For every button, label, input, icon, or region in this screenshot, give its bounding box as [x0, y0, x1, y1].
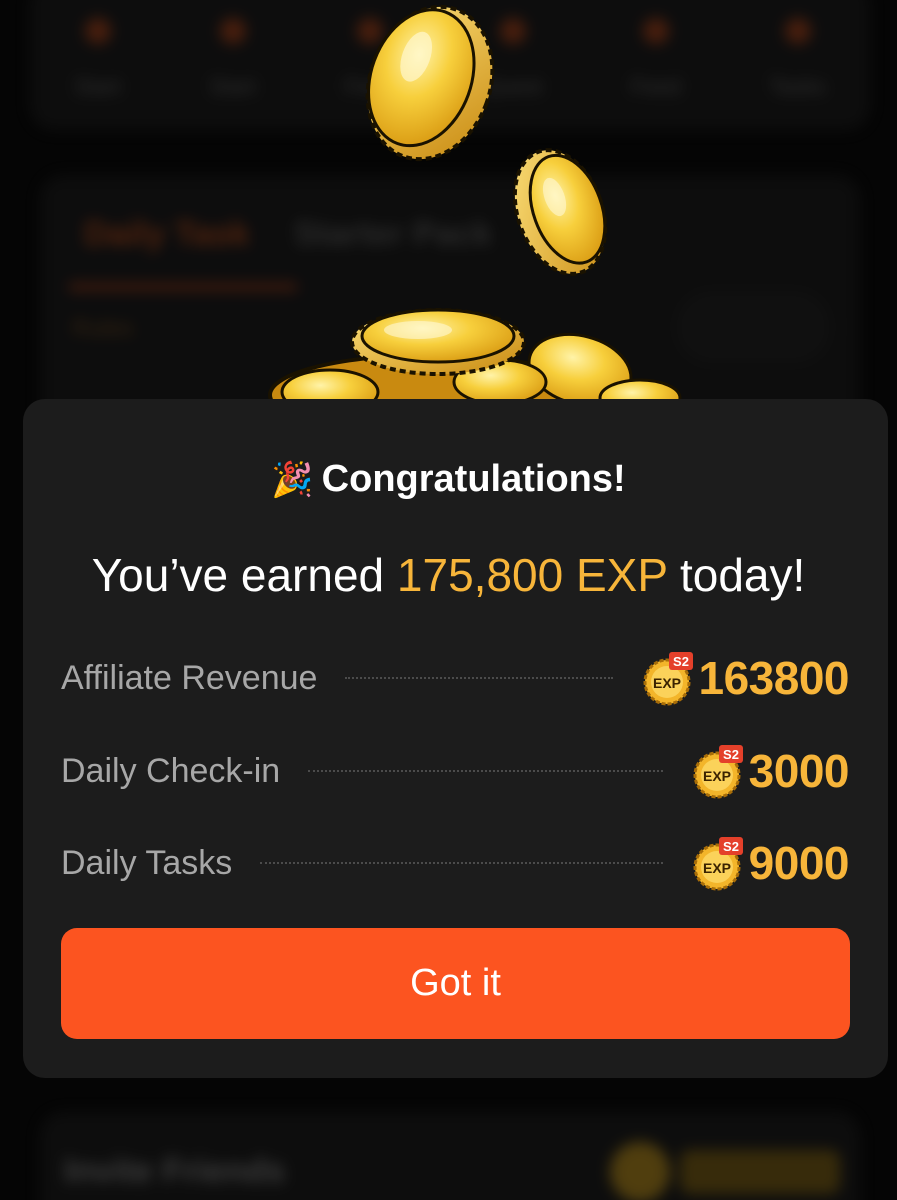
reward-amount: EXP S2 9000: [691, 835, 850, 891]
reward-label: Daily Tasks: [61, 843, 233, 882]
reward-amount: EXP S2 163800: [641, 650, 850, 706]
headline-suffix: today!: [667, 549, 806, 601]
exp-s2-badge-icon: EXP S2: [641, 650, 697, 706]
screen: Start Start Feed Quest Feed Tasks Daily …: [0, 0, 897, 1200]
modal-title: 🎉 Congratulations!: [0, 458, 897, 501]
earned-headline: You’ve earned 175,800 EXP today!: [0, 548, 897, 602]
got-it-button[interactable]: Got it: [61, 928, 850, 1039]
reward-label: Daily Check-in: [61, 751, 281, 790]
modal-title-text: Congratulations!: [321, 458, 626, 500]
party-popper-icon: 🎉: [271, 461, 314, 499]
gold-coin-icon: [365, 4, 495, 162]
reward-label: Affiliate Revenue: [61, 658, 318, 697]
headline-prefix: You’ve earned: [91, 549, 397, 601]
badge-exp-text: EXP: [703, 768, 731, 784]
reward-amount: EXP S2 3000: [691, 743, 850, 799]
badge-exp-text: EXP: [703, 860, 731, 876]
gold-coin-icon: [512, 148, 608, 276]
gold-coins-illustration: [268, 4, 682, 410]
reward-value: 9000: [748, 837, 850, 889]
coin-icon: [610, 1142, 670, 1200]
exp-s2-badge-icon: EXP S2: [691, 835, 747, 891]
reward-row-affiliate: Affiliate Revenue EXP S2 163800: [61, 648, 849, 708]
exp-s2-badge-icon: EXP S2: [691, 743, 747, 799]
reward-row-tasks: Daily Tasks EXP S2 9000: [61, 833, 850, 893]
badge-season-text: S2: [673, 654, 689, 669]
badge-season-text: S2: [723, 839, 739, 854]
background-invite-card: Invite Friends: [40, 1112, 860, 1200]
reward-value: 3000: [748, 745, 850, 797]
invite-title: Invite Friends: [64, 1152, 286, 1190]
dotted-leader: [308, 770, 663, 772]
reward-row-checkin: Daily Check-in EXP S2 3000: [61, 741, 850, 801]
coin-pile: [268, 308, 682, 410]
reward-value: 163800: [698, 652, 850, 704]
dotted-leader: [345, 677, 613, 679]
headline-amount: 175,800 EXP: [396, 549, 668, 601]
badge-exp-text: EXP: [652, 675, 680, 691]
invite-value-bar: [680, 1150, 840, 1194]
dotted-leader: [260, 862, 663, 864]
badge-season-text: S2: [723, 747, 739, 762]
